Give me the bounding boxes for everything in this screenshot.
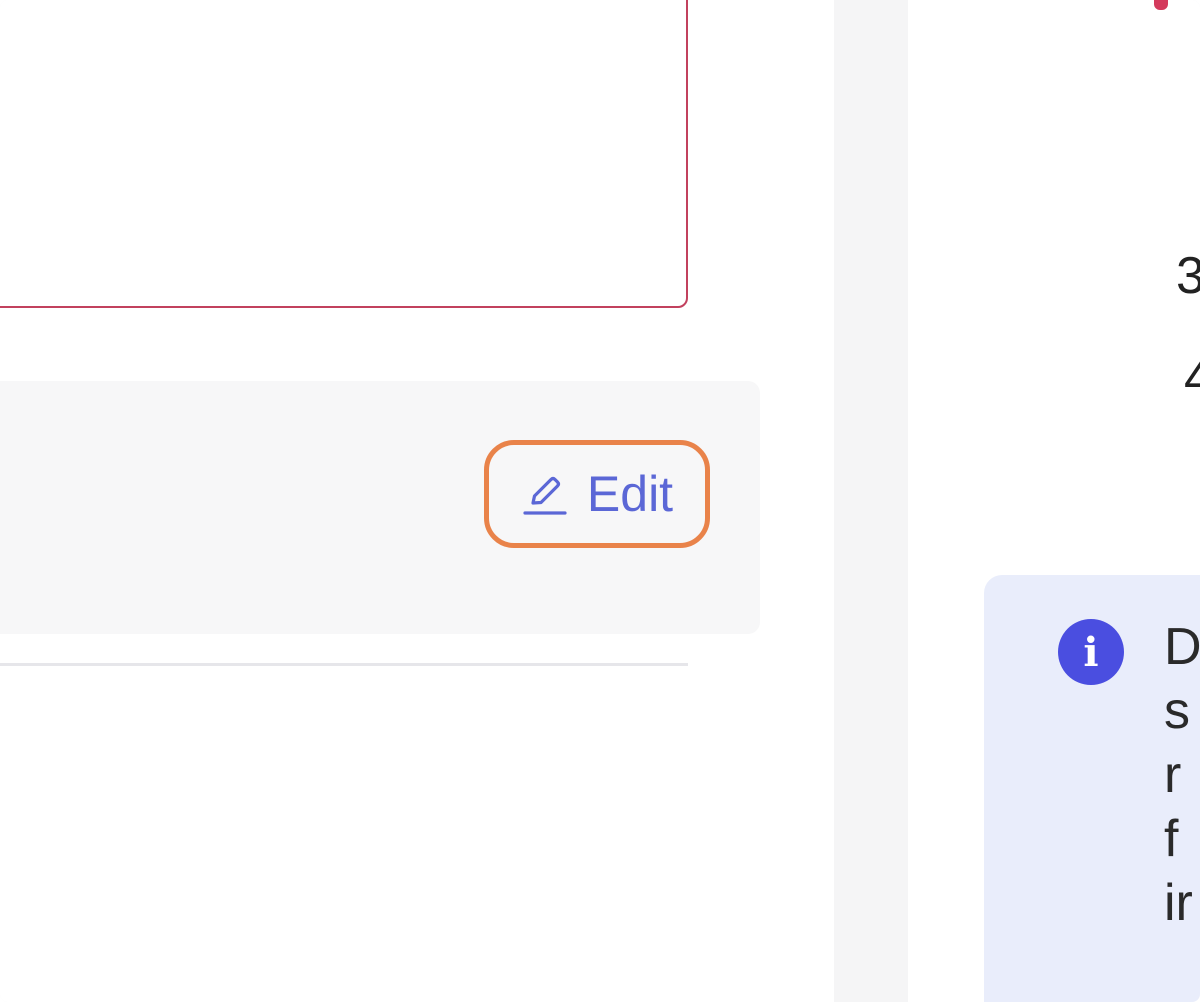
partial-value-2: 4 (1184, 349, 1200, 407)
left-panel: Edit (0, 0, 834, 1002)
error-outlined-box (0, 0, 688, 308)
right-panel: 3 4 i D s r f ir (908, 0, 1200, 1002)
edit-button-label: Edit (586, 466, 674, 522)
info-notice: i D s r f ir (984, 575, 1200, 1002)
pencil-icon (521, 470, 569, 518)
notice-text: D s r f ir (1164, 618, 1200, 932)
panel-gutter (834, 0, 908, 1002)
edit-button[interactable]: Edit (484, 440, 710, 548)
partial-value-1: 3 (1176, 247, 1200, 305)
status-indicator (1154, 0, 1168, 10)
info-icon: i (1058, 619, 1124, 685)
screenshot-frame: Edit 3 4 i D s r f ir (0, 0, 1200, 1002)
section-divider (0, 663, 688, 666)
